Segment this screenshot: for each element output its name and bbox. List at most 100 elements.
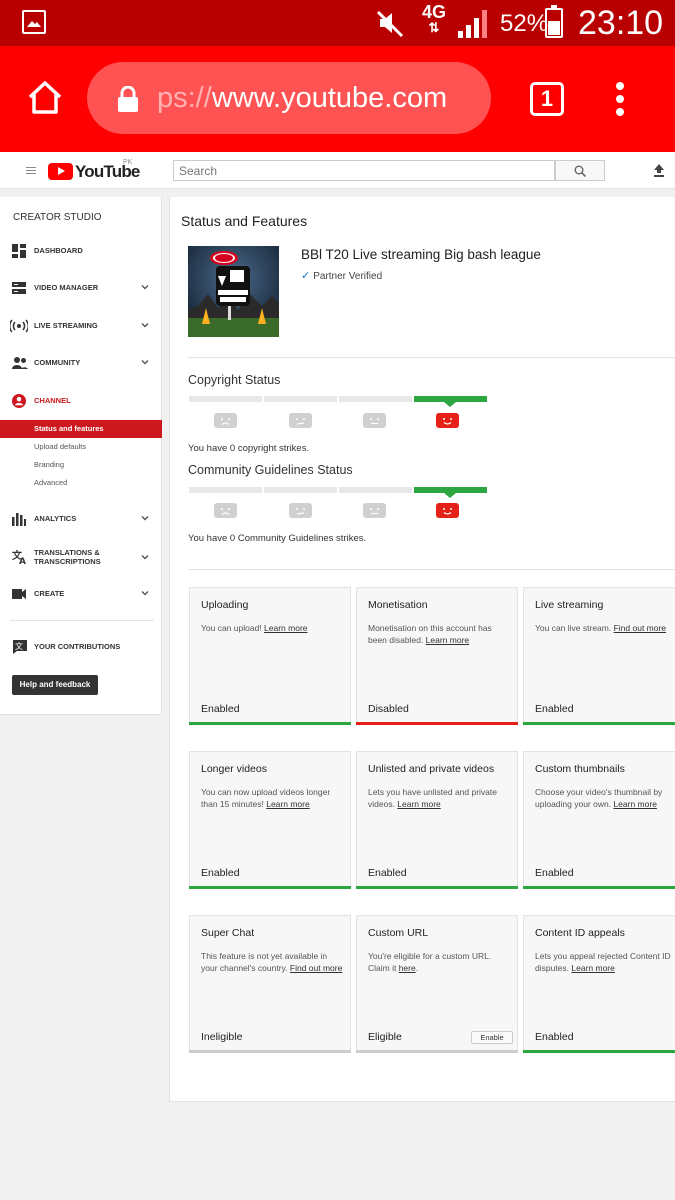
sidebar-subitem-advanced[interactable]: Advanced	[0, 474, 162, 492]
learn-more-link[interactable]: Find out more	[290, 963, 342, 973]
feature-title: Custom URL	[368, 927, 429, 939]
feature-status-bar	[356, 722, 518, 725]
community-icon	[12, 357, 28, 369]
live-streaming-icon	[10, 319, 28, 333]
learn-more-link[interactable]: Learn more	[397, 799, 440, 809]
analytics-icon	[12, 513, 26, 526]
feature-title: Monetisation	[368, 599, 428, 611]
uneasy-face-icon	[289, 503, 312, 518]
feature-status-bar	[523, 722, 675, 725]
feature-status: Eligible	[368, 1031, 402, 1043]
feature-card-longer-videos: Longer videos You can now upload videos l…	[189, 751, 351, 889]
enable-button[interactable]: Enable	[471, 1031, 513, 1044]
sidebar-item-create[interactable]: CREATE	[0, 583, 162, 605]
feature-title: Super Chat	[201, 927, 255, 939]
create-icon	[12, 589, 26, 599]
community-guidelines-title: Community Guidelines Status	[188, 463, 353, 477]
feature-title: Longer videos	[201, 763, 267, 775]
feature-description: You can now upload videos longer than 15…	[201, 787, 331, 809]
sidebar-subitem-upload-defaults[interactable]: Upload defaults	[0, 438, 162, 456]
home-icon[interactable]	[26, 79, 64, 115]
sidebar-item-analytics[interactable]: ANALYTICS	[0, 508, 162, 530]
learn-more-link[interactable]: Find out more	[614, 623, 666, 633]
sidebar-item-label: COMMUNITY	[34, 358, 81, 367]
youtube-header: YouTube PK	[0, 152, 675, 189]
neutral-face-icon	[363, 503, 386, 518]
partner-verified-badge: ✓ Partner Verified	[301, 270, 383, 282]
feature-title: Uploading	[201, 599, 249, 611]
learn-more-link[interactable]: Learn more	[426, 635, 469, 645]
copyright-strike-meter	[189, 396, 487, 407]
feature-status-bar	[523, 886, 675, 889]
sidebar-item-live-streaming[interactable]: LIVE STREAMING	[0, 315, 162, 337]
upload-icon[interactable]	[653, 163, 665, 177]
sidebar-item-video-manager[interactable]: VIDEO MANAGER	[0, 277, 162, 299]
feature-description: Lets you appeal rejected Content ID disp…	[535, 951, 671, 973]
sidebar-item-label: CHANNEL	[34, 396, 71, 405]
chevron-down-icon	[141, 555, 149, 560]
learn-more-link[interactable]: Learn more	[613, 799, 656, 809]
svg-text:A: A	[19, 557, 26, 565]
network-type: 4G ⇅	[422, 2, 447, 35]
checkmark-icon: ✓	[301, 270, 311, 282]
learn-more-link[interactable]: here	[399, 963, 416, 973]
android-status-bar: 4G ⇅ 52% 23:10	[0, 0, 675, 46]
sidebar-item-channel[interactable]: CHANNEL	[0, 390, 162, 412]
country-code: PK	[123, 159, 133, 166]
feature-card-unlisted-and-private-videos: Unlisted and private videos Lets you have…	[356, 751, 518, 889]
feature-description: You can live stream. Find out more	[535, 623, 667, 633]
sidebar-subitem-branding[interactable]: Branding	[0, 456, 162, 474]
feature-title: Live streaming	[535, 599, 604, 611]
search-button[interactable]	[555, 160, 605, 181]
feature-status: Enabled	[535, 867, 574, 879]
sidebar-item-your-contributions[interactable]: 文 YOUR CONTRIBUTIONS	[0, 636, 162, 658]
clock: 23:10	[578, 4, 664, 42]
feature-description: Monetisation on this account has been di…	[368, 623, 492, 645]
feature-title: Content ID appeals	[535, 927, 625, 939]
search-input[interactable]	[173, 160, 555, 181]
learn-more-link[interactable]: Learn more	[571, 963, 614, 973]
battery-icon	[545, 5, 563, 38]
sidebar-item-community[interactable]: COMMUNITY	[0, 352, 162, 374]
sidebar-item-label: ANALYTICS	[34, 514, 77, 523]
feature-title: Unlisted and private videos	[368, 763, 495, 775]
feature-card-monetisation: Monetisation Monetisation on this account…	[356, 587, 518, 725]
happy-face-icon	[436, 503, 459, 518]
browser-menu-icon[interactable]	[616, 82, 628, 121]
feature-status-bar	[189, 886, 351, 889]
feature-description: This feature is not yet available in you…	[201, 951, 343, 973]
feature-status: Enabled	[535, 703, 574, 715]
feature-card-custom-url: Custom URL You're eligible for a custom U…	[356, 915, 518, 1053]
page-title: Status and Features	[181, 213, 308, 229]
sidebar-subitem-status-and-features[interactable]: Status and features	[0, 420, 162, 438]
strike-segment-0	[414, 487, 487, 498]
sidebar-item-dashboard[interactable]: DASHBOARD	[0, 240, 162, 262]
strike-segment-3	[189, 396, 262, 402]
video-manager-icon	[12, 282, 26, 294]
tab-switcher-button[interactable]: 1	[530, 82, 564, 116]
sidebar-item-label: YOUR CONTRIBUTIONS	[34, 642, 121, 651]
strike-segment-0	[414, 396, 487, 407]
sidebar-title: CREATOR STUDIO	[13, 212, 102, 223]
community-strike-meter	[189, 487, 487, 498]
feature-card-custom-thumbnails: Custom thumbnails Choose your video's thu…	[523, 751, 675, 889]
channel-name[interactable]: BBl T20 Live streaming Big bash league	[301, 247, 541, 262]
sidebar-item-label: DASHBOARD	[34, 246, 83, 255]
sidebar-item-translations[interactable]: 文A TRANSLATIONS & TRANSCRIPTIONS	[0, 544, 162, 570]
strike-segment-2	[264, 396, 337, 402]
learn-more-link[interactable]: Learn more	[266, 799, 309, 809]
lock-icon	[118, 86, 138, 112]
youtube-play-icon	[48, 163, 73, 180]
sad-face-icon	[214, 413, 237, 428]
guide-menu-icon[interactable]	[26, 167, 36, 176]
translations-icon: 文A	[12, 549, 26, 565]
learn-more-link[interactable]: Learn more	[264, 623, 307, 633]
feature-status: Ineligible	[201, 1031, 243, 1043]
channel-thumbnail[interactable]	[188, 246, 279, 337]
strike-segment-1	[339, 396, 412, 402]
help-and-feedback-button[interactable]: Help and feedback	[12, 675, 98, 695]
feature-card-live-streaming: Live streaming You can live stream. Find …	[523, 587, 675, 725]
feature-title: Custom thumbnails	[535, 763, 625, 775]
url-bar[interactable]: ps://www.youtube.com	[87, 62, 491, 134]
copyright-status-title: Copyright Status	[188, 373, 281, 387]
